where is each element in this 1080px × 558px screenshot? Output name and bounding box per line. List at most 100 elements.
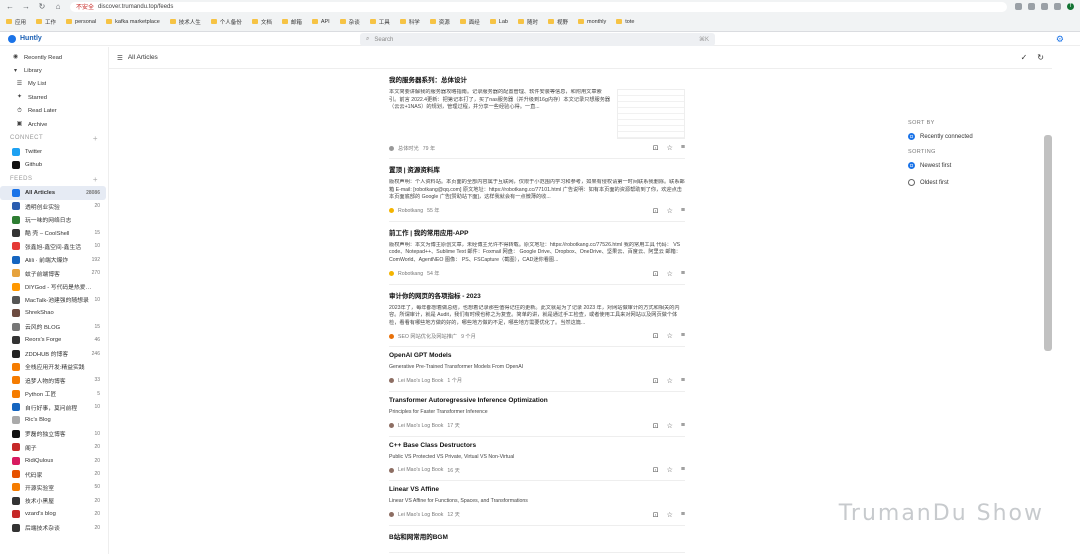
read-later-icon[interactable]: ⊡ bbox=[653, 207, 659, 215]
sidebar-item[interactable]: 罗磊的独立博客10 bbox=[0, 427, 106, 440]
sidebar-item[interactable]: DIYGod - 写代码是热爱，... bbox=[0, 280, 106, 293]
reload-icon[interactable]: ↻ bbox=[38, 2, 46, 11]
sidebar-item[interactable]: 开源实验室50 bbox=[0, 481, 106, 494]
save-list-icon[interactable]: ≡ bbox=[681, 511, 685, 519]
sidebar-item[interactable]: Ric’s Blog bbox=[0, 414, 106, 427]
sidebar-item[interactable]: ◉Recently Read bbox=[0, 51, 106, 64]
sidebar-item[interactable]: Twitter bbox=[0, 145, 106, 158]
star-icon[interactable]: ☆ bbox=[667, 511, 673, 519]
save-list-icon[interactable]: ≡ bbox=[681, 270, 685, 278]
sidebar-item[interactable]: 透明创业实验20 bbox=[0, 200, 106, 213]
sidebar-item[interactable]: All Articles28086 bbox=[0, 186, 106, 199]
home-icon[interactable]: ⌂ bbox=[54, 2, 62, 11]
sidebar-item[interactable]: 自行好事，莫问前程10 bbox=[0, 400, 106, 413]
bookmark-item[interactable]: 邮箱 bbox=[282, 18, 302, 26]
bookmark-item[interactable]: 随时 bbox=[518, 18, 538, 26]
sidebar-item[interactable]: 代码家20 bbox=[0, 467, 106, 480]
bookmark-item[interactable]: 技术人生 bbox=[170, 18, 201, 26]
article-card[interactable]: 审计你的网页的各项指标 - 20232023年了，每年都想着做总结，也想着记录那… bbox=[389, 290, 685, 348]
bookmark-item[interactable]: personal bbox=[66, 19, 96, 25]
article-card[interactable]: OpenAI GPT ModelsGenerative Pre-Trained … bbox=[389, 352, 685, 392]
save-list-icon[interactable]: ≡ bbox=[681, 466, 685, 474]
add-icon[interactable]: + bbox=[93, 175, 98, 184]
bookmark-item[interactable]: tote bbox=[616, 19, 634, 25]
read-later-icon[interactable]: ⊡ bbox=[653, 270, 659, 278]
bookmark-item[interactable]: 工具 bbox=[370, 18, 390, 26]
settings-gear-icon[interactable]: ⚙ bbox=[1056, 34, 1064, 45]
article-card[interactable]: Linear VS AffineLinear VS Affine for Fun… bbox=[389, 486, 685, 526]
sidebar-item[interactable]: ShrekShao bbox=[0, 307, 106, 320]
sidebar-item[interactable]: 技术小黑屋20 bbox=[0, 494, 106, 507]
bookmark-item[interactable]: API bbox=[312, 19, 330, 25]
sidebar-item[interactable]: RidiQulous20 bbox=[0, 454, 106, 467]
star-icon[interactable]: ☆ bbox=[667, 377, 673, 385]
star-icon[interactable]: ☆ bbox=[667, 207, 673, 215]
star-icon[interactable]: ☆ bbox=[667, 466, 673, 474]
star-icon[interactable]: ☆ bbox=[667, 144, 673, 152]
sidebar-item[interactable]: ☰My List bbox=[0, 78, 106, 91]
star-icon[interactable]: ☆ bbox=[667, 422, 673, 430]
bookmark-item[interactable]: 杂谈 bbox=[340, 18, 360, 26]
article-card[interactable]: 前工作 | 我的常用应用-APP版权声明：本文为博主原创文章，未经博主允许不得转… bbox=[389, 227, 685, 285]
scrollbar[interactable] bbox=[1044, 135, 1052, 351]
sidebar-item[interactable]: ▾Library bbox=[0, 64, 106, 77]
article-card[interactable]: Transformer Autoregressive Inference Opt… bbox=[389, 397, 685, 437]
add-icon[interactable]: + bbox=[93, 134, 98, 143]
app-brand[interactable]: Huntly bbox=[0, 35, 110, 43]
read-later-icon[interactable]: ⊡ bbox=[653, 144, 659, 152]
save-list-icon[interactable]: ≡ bbox=[681, 422, 685, 430]
sort-oldest-first[interactable]: Oldest first bbox=[908, 176, 1030, 189]
save-list-icon[interactable]: ≡ bbox=[681, 207, 685, 215]
bookmark-item[interactable]: 个人备份 bbox=[211, 18, 242, 26]
bookmark-item[interactable]: 工作 bbox=[36, 18, 56, 26]
read-later-icon[interactable]: ⊡ bbox=[653, 466, 659, 474]
star-icon[interactable]: ☆ bbox=[667, 332, 673, 340]
read-later-icon[interactable]: ⊡ bbox=[653, 511, 659, 519]
bookmark-item[interactable]: 应用 bbox=[6, 18, 26, 26]
read-later-icon[interactable]: ⊡ bbox=[653, 377, 659, 385]
save-list-icon[interactable]: ≡ bbox=[681, 377, 685, 385]
read-later-icon[interactable]: ⊡ bbox=[653, 332, 659, 340]
sidebar-item[interactable]: 玩一味的网络日志 bbox=[0, 213, 106, 226]
sidebar-item[interactable]: 全栈应用开发:精益实践 bbox=[0, 360, 106, 373]
save-list-icon[interactable]: ≡ bbox=[681, 144, 685, 152]
sidebar-item[interactable]: Python 工匠5 bbox=[0, 387, 106, 400]
bookmark-item[interactable]: 面经 bbox=[460, 18, 480, 26]
bookmark-item[interactable]: kafka marketplace bbox=[106, 19, 160, 25]
bookmark-item[interactable]: 视野 bbox=[548, 18, 568, 26]
sidebar-item[interactable]: vzard’s blog20 bbox=[0, 508, 106, 521]
article-card[interactable]: B站和网常用的BGM bbox=[389, 531, 685, 553]
save-list-icon[interactable]: ≡ bbox=[681, 332, 685, 340]
article-card[interactable]: C++ Base Class DestructorsPublic VS Prot… bbox=[389, 442, 685, 482]
sort-recently-connected[interactable]: Recently connected bbox=[908, 130, 1030, 143]
sidebar-item[interactable]: Github bbox=[0, 159, 106, 172]
forward-icon[interactable]: → bbox=[22, 2, 30, 11]
star-icon[interactable] bbox=[1028, 3, 1035, 10]
sidebar-item[interactable]: 蚊子前端博客270 bbox=[0, 266, 106, 279]
bookmark-item[interactable]: Lab bbox=[490, 19, 508, 25]
sidebar-item[interactable]: MacTalk-池建强的随想录10 bbox=[0, 293, 106, 306]
sidebar-item[interactable]: ▣Archive bbox=[0, 118, 106, 131]
read-later-icon[interactable]: ⊡ bbox=[653, 422, 659, 430]
article-card[interactable]: 我的服务器系列：总体设计本文简要讲解我的服务器攻略指南。记录服务器的配置管理、软… bbox=[389, 74, 685, 159]
refresh-icon[interactable]: ↻ bbox=[1037, 53, 1044, 62]
sidebar-item[interactable]: 云风的 BLOG15 bbox=[0, 320, 106, 333]
sidebar-item[interactable]: 酷 壳 – CoolShell15 bbox=[0, 226, 106, 239]
sidebar-item[interactable]: 追梦人物的博客33 bbox=[0, 374, 106, 387]
article-card[interactable]: 置顶 | 资源资料库版权声明：个人资料站。本页面的全部内容属于互联网，仅限于小范… bbox=[389, 164, 685, 222]
bookmark-item[interactable]: monthly bbox=[578, 19, 606, 25]
mark-read-icon[interactable]: ✓ bbox=[1021, 53, 1028, 62]
sort-newest-first[interactable]: Newest first bbox=[908, 159, 1030, 172]
sidebar-item[interactable]: ZDDHUB 的博客246 bbox=[0, 347, 106, 360]
sidebar-item[interactable]: 阁子20 bbox=[0, 441, 106, 454]
extension-icon[interactable] bbox=[1041, 3, 1048, 10]
sidebar-item[interactable]: ✦Starred bbox=[0, 91, 106, 104]
bookmark-item[interactable]: 文档 bbox=[252, 18, 272, 26]
sidebar-item[interactable]: Reorx’s Forge46 bbox=[0, 333, 106, 346]
bookmark-item[interactable]: 资源 bbox=[430, 18, 450, 26]
search-box[interactable]: ⌕ Search ⌘K bbox=[360, 33, 715, 46]
profile-avatar[interactable]: T bbox=[1067, 3, 1074, 10]
sidebar-item[interactable]: 后端技术杂谈20 bbox=[0, 521, 106, 534]
star-icon[interactable]: ☆ bbox=[667, 270, 673, 278]
puzzle-icon[interactable] bbox=[1054, 3, 1061, 10]
